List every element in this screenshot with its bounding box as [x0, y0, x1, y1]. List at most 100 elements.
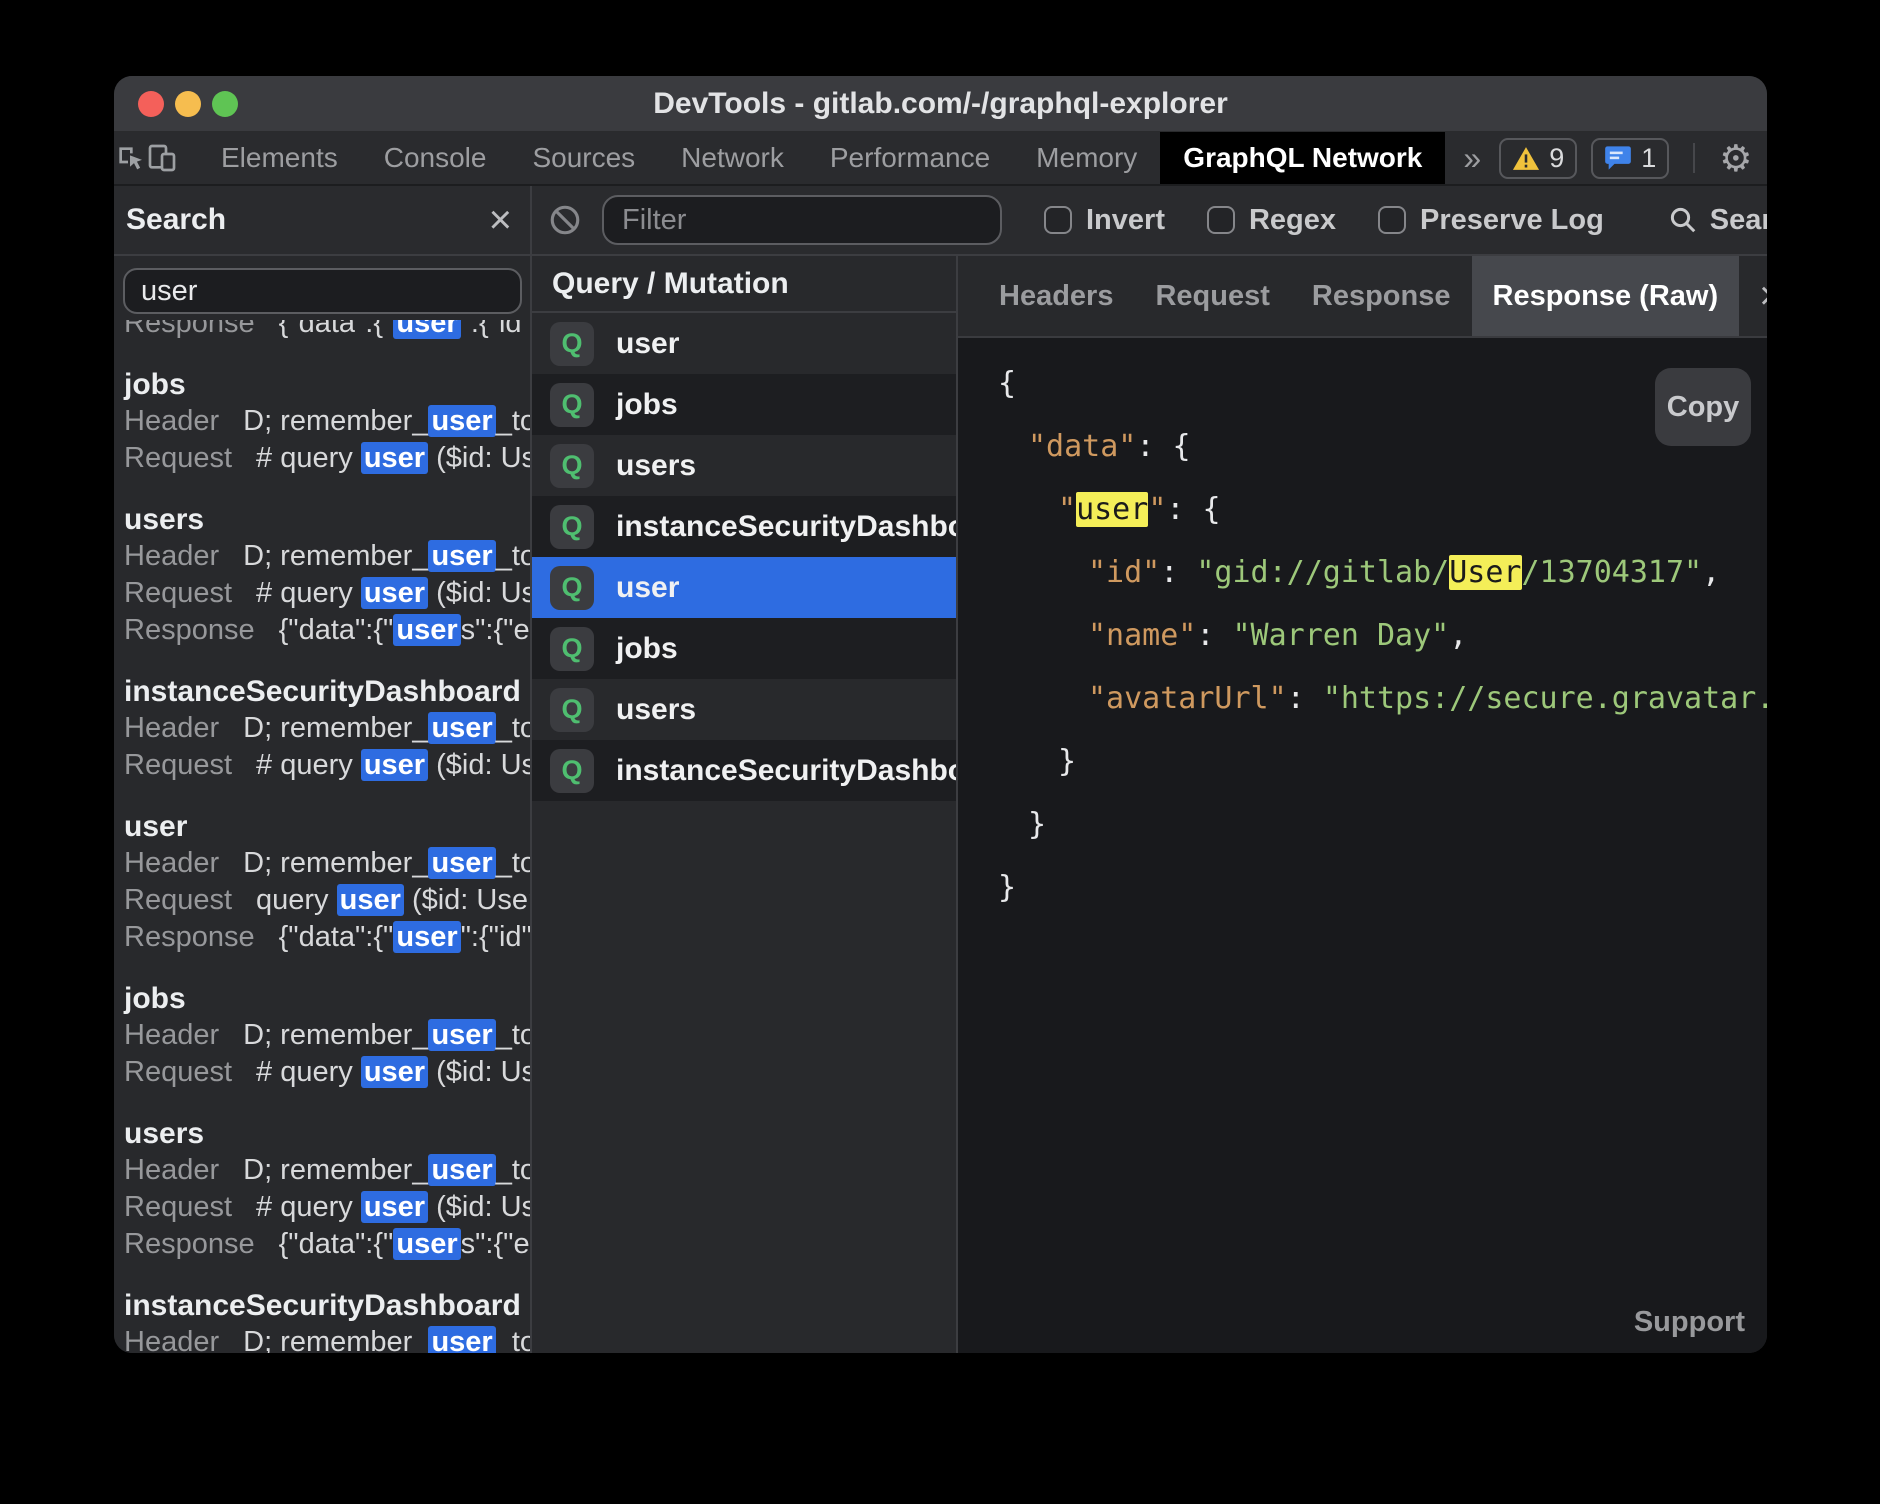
- search-result-line-request[interactable]: Request# query user ($id: UserI: [124, 440, 530, 477]
- search-result-line-response[interactable]: Response{"data":{"user":{"id":"gid: [124, 919, 530, 956]
- result-line-value: # query user ($id: UserI: [256, 577, 530, 610]
- json-token: {: [1173, 429, 1191, 464]
- match-highlight: user: [428, 712, 495, 744]
- support-link[interactable]: Support: [1634, 1306, 1745, 1339]
- filter-input[interactable]: [602, 195, 1002, 245]
- query-row-jobs[interactable]: Qjobs: [532, 618, 956, 679]
- result-group-users[interactable]: users: [124, 1115, 530, 1152]
- checkbox-invert[interactable]: Invert: [1044, 204, 1165, 237]
- search-result-line-request[interactable]: Request# query user ($id: UserI: [124, 575, 530, 612]
- response-tab-response[interactable]: Response: [1291, 256, 1472, 336]
- result-line-label: Header: [124, 405, 219, 438]
- tabbar-right-controls: 9 1 ⚙: [1499, 132, 1767, 184]
- search-result-line-request[interactable]: Requestquery user ($id: UserI: [124, 882, 530, 919]
- result-group-instancesecuritydashboard[interactable]: instanceSecurityDashboard: [124, 673, 530, 710]
- devtools-tab-performance[interactable]: Performance: [807, 132, 1013, 184]
- json-token: :: [1136, 429, 1172, 464]
- devtools-tab-graphql-network[interactable]: GraphQL Network: [1160, 132, 1445, 184]
- warnings-badge[interactable]: 9: [1499, 138, 1577, 179]
- json-token: ": [1148, 492, 1166, 527]
- result-text: _token=e: [496, 1154, 530, 1186]
- json-token: :: [1160, 555, 1196, 590]
- result-line-label: Header: [124, 847, 219, 880]
- result-group-jobs[interactable]: jobs: [124, 980, 530, 1017]
- close-window-button[interactable]: [138, 91, 164, 117]
- close-detail-pane-button[interactable]: ×: [1739, 256, 1767, 336]
- result-line-label: Response: [124, 320, 255, 340]
- result-group-user[interactable]: user: [124, 808, 530, 845]
- search-result-line-header[interactable]: HeaderD; remember_user_token=e: [124, 1152, 530, 1189]
- query-row-users[interactable]: Qusers: [532, 679, 956, 740]
- search-result-line-response[interactable]: Response{"data":{"users":{"edges: [124, 612, 530, 649]
- search-result-line-request[interactable]: Request# query user ($id: UserI: [124, 1054, 530, 1091]
- zoom-window-button[interactable]: [212, 91, 238, 117]
- search-input[interactable]: [123, 268, 522, 314]
- result-line-value: # query user ($id: UserI: [256, 1191, 530, 1224]
- search-result-line-header[interactable]: HeaderD; remember_user_token=e: [124, 845, 530, 882]
- response-tab-headers[interactable]: Headers: [978, 256, 1134, 336]
- result-group-users[interactable]: users: [124, 501, 530, 538]
- search-result-line-header[interactable]: HeaderD; remember_user_token=e: [124, 1017, 530, 1054]
- result-group-instancesecuritydashboard[interactable]: instanceSecurityDashboard: [124, 1287, 530, 1324]
- query-row-users[interactable]: Qusers: [532, 435, 956, 496]
- search-result-line-header[interactable]: HeaderD; remember_user_token=e: [124, 1324, 530, 1353]
- devtools-tab-elements[interactable]: Elements: [198, 132, 361, 184]
- search-result-line-request[interactable]: Request# query user ($id: UserI: [124, 1189, 530, 1226]
- inspect-element-button[interactable]: [114, 132, 146, 184]
- device-toolbar-button[interactable]: [146, 132, 178, 184]
- match-highlight: user: [361, 1191, 428, 1223]
- settings-gear-icon[interactable]: ⚙: [1719, 140, 1752, 177]
- title-bar: DevTools - gitlab.com/-/graphql-explorer: [114, 76, 1767, 132]
- more-options-menu-icon[interactable]: [1766, 144, 1767, 172]
- search-result-line-request[interactable]: Request# query user ($id: UserI: [124, 747, 530, 784]
- more-tabs-button[interactable]: »: [1445, 132, 1499, 184]
- result-group-jobs[interactable]: jobs: [124, 366, 530, 403]
- result-line-label: Request: [124, 884, 232, 917]
- result-text: {"data":{": [279, 921, 394, 953]
- json-line: "name": "Warren Day",: [958, 604, 1767, 667]
- query-row-instancesecuritydashboard[interactable]: QinstanceSecurityDashboard: [532, 496, 956, 557]
- query-row-instancesecuritydashboard[interactable]: QinstanceSecurityDashboard: [532, 740, 956, 801]
- json-line: "avatarUrl": "https://secure.gravatar.co…: [958, 667, 1767, 730]
- match-highlight: user: [428, 1154, 495, 1186]
- result-line-value: D; remember_user_token=e: [243, 1326, 530, 1353]
- checkbox-label-preserve-log: Preserve Log: [1420, 204, 1604, 237]
- checkbox-preserve-log[interactable]: Preserve Log: [1378, 204, 1604, 237]
- search-result-line-header[interactable]: HeaderD; remember_user_token=e: [124, 538, 530, 575]
- match-highlight: user: [361, 442, 428, 474]
- json-token: "id": [1088, 555, 1160, 590]
- search-icon: [1668, 205, 1698, 235]
- query-row-jobs[interactable]: Qjobs: [532, 374, 956, 435]
- messages-badge[interactable]: 1: [1591, 138, 1669, 179]
- search-result-line-header[interactable]: HeaderD; remember_user_token=e: [124, 710, 530, 747]
- result-text: _token=e: [496, 1326, 530, 1353]
- search-result-line-response[interactable]: Response{"data":{"user":{"id":"gid: [124, 320, 530, 342]
- checkbox-regex[interactable]: Regex: [1207, 204, 1336, 237]
- toolbar-search-button[interactable]: Search: [1668, 204, 1767, 237]
- json-line: {: [958, 352, 1767, 415]
- checkbox-box-invert: [1044, 206, 1072, 234]
- devtools-tab-network[interactable]: Network: [658, 132, 807, 184]
- query-type-badge: Q: [550, 749, 594, 793]
- query-row-user[interactable]: Quser: [532, 557, 956, 618]
- result-text: D; remember_: [243, 1326, 428, 1353]
- minimize-window-button[interactable]: [175, 91, 201, 117]
- response-tab-request[interactable]: Request: [1134, 256, 1290, 336]
- json-line: "id": "gid://gitlab/User/13704317",: [958, 541, 1767, 604]
- close-search-pane-button[interactable]: ×: [489, 200, 512, 240]
- devtools-tab-memory[interactable]: Memory: [1013, 132, 1160, 184]
- result-text: ($id: UserI: [428, 1191, 530, 1223]
- query-row-user[interactable]: Quser: [532, 313, 956, 374]
- clear-log-icon[interactable]: [548, 203, 582, 237]
- result-text: ($id: UserI: [428, 749, 530, 781]
- devtools-tab-console[interactable]: Console: [361, 132, 510, 184]
- copy-button[interactable]: Copy: [1655, 368, 1751, 446]
- search-result-line-response[interactable]: Response{"data":{"users":{"edges: [124, 1226, 530, 1263]
- devtools-tab-sources[interactable]: Sources: [509, 132, 658, 184]
- toolbar-search-label: Search: [1710, 204, 1767, 237]
- search-result-line-header[interactable]: HeaderD; remember_user_token=e: [124, 403, 530, 440]
- json-token: ": [1058, 492, 1076, 527]
- json-token: :: [1287, 681, 1323, 716]
- result-text: s":{"edges: [461, 1228, 530, 1260]
- response-tab-response-raw[interactable]: Response (Raw): [1472, 256, 1740, 336]
